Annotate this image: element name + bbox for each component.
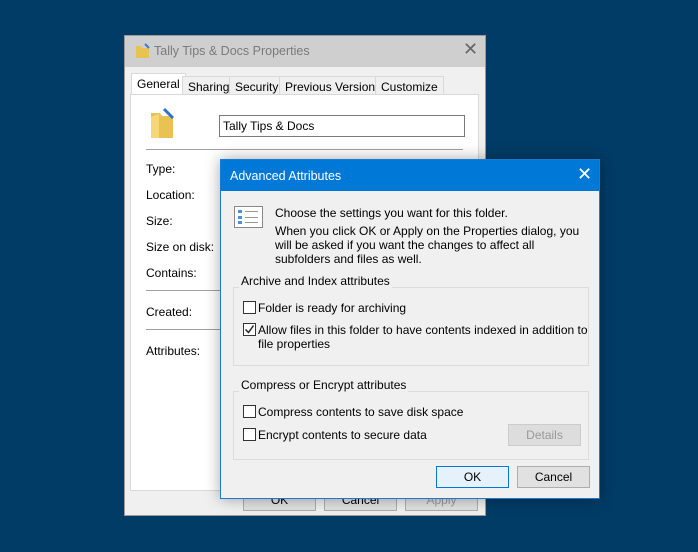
tab-customize[interactable]: Customize (375, 76, 444, 95)
indexing-checkbox[interactable] (243, 323, 256, 336)
created-label: Created: (146, 305, 193, 319)
note-text: When you click OK or Apply on the Proper… (275, 224, 580, 266)
dialog-title: Advanced Attributes (230, 169, 342, 183)
compress-checkbox[interactable] (243, 405, 256, 418)
checkbox-label: Compress contents to save disk space (258, 405, 464, 419)
folder-name-input[interactable]: Tally Tips & Docs (219, 115, 465, 137)
checklist-icon (234, 206, 263, 228)
tab-security[interactable]: Security (229, 76, 285, 95)
checkbox-label: Allow files in this folder to have conte… (258, 323, 588, 351)
type-label: Type: (146, 162, 176, 176)
archiving-checkbox[interactable] (243, 301, 256, 314)
tab-sharing[interactable]: Sharing (182, 76, 236, 95)
intro-text: Choose the settings you want for this fo… (275, 206, 508, 220)
group-label: Archive and Index attributes (239, 274, 392, 288)
close-icon[interactable]: ✕ (577, 164, 592, 185)
location-label: Location: (146, 188, 195, 202)
group-label: Compress or Encrypt attributes (239, 378, 409, 392)
divider (146, 149, 463, 150)
encrypt-checkbox[interactable] (243, 428, 256, 441)
title-bar: Tally Tips & Docs Properties ✕ (125, 36, 485, 67)
close-icon[interactable]: ✕ (463, 39, 478, 60)
tab-general[interactable]: General (131, 73, 186, 95)
details-button[interactable]: Details (508, 424, 581, 446)
folder-icon (151, 107, 175, 138)
tab-previous-versions[interactable]: Previous Versions (279, 76, 388, 95)
checkbox-label: Folder is ready for archiving (258, 301, 407, 315)
size-on-disk-label: Size on disk: (146, 240, 215, 254)
title-bar: Advanced Attributes ✕ (221, 160, 599, 191)
size-label: Size: (146, 214, 173, 228)
window-title: Tally Tips & Docs Properties (154, 44, 310, 58)
ok-button[interactable]: OK (436, 466, 509, 488)
folder-icon (136, 43, 150, 58)
checkbox-label: Encrypt contents to secure data (258, 428, 427, 442)
checkmark-icon (244, 325, 255, 334)
cancel-button[interactable]: Cancel (517, 466, 590, 488)
attributes-label: Attributes: (146, 344, 201, 358)
advanced-attributes-dialog: Advanced Attributes ✕ Choose the setting… (220, 159, 600, 499)
contains-label: Contains: (146, 266, 197, 280)
